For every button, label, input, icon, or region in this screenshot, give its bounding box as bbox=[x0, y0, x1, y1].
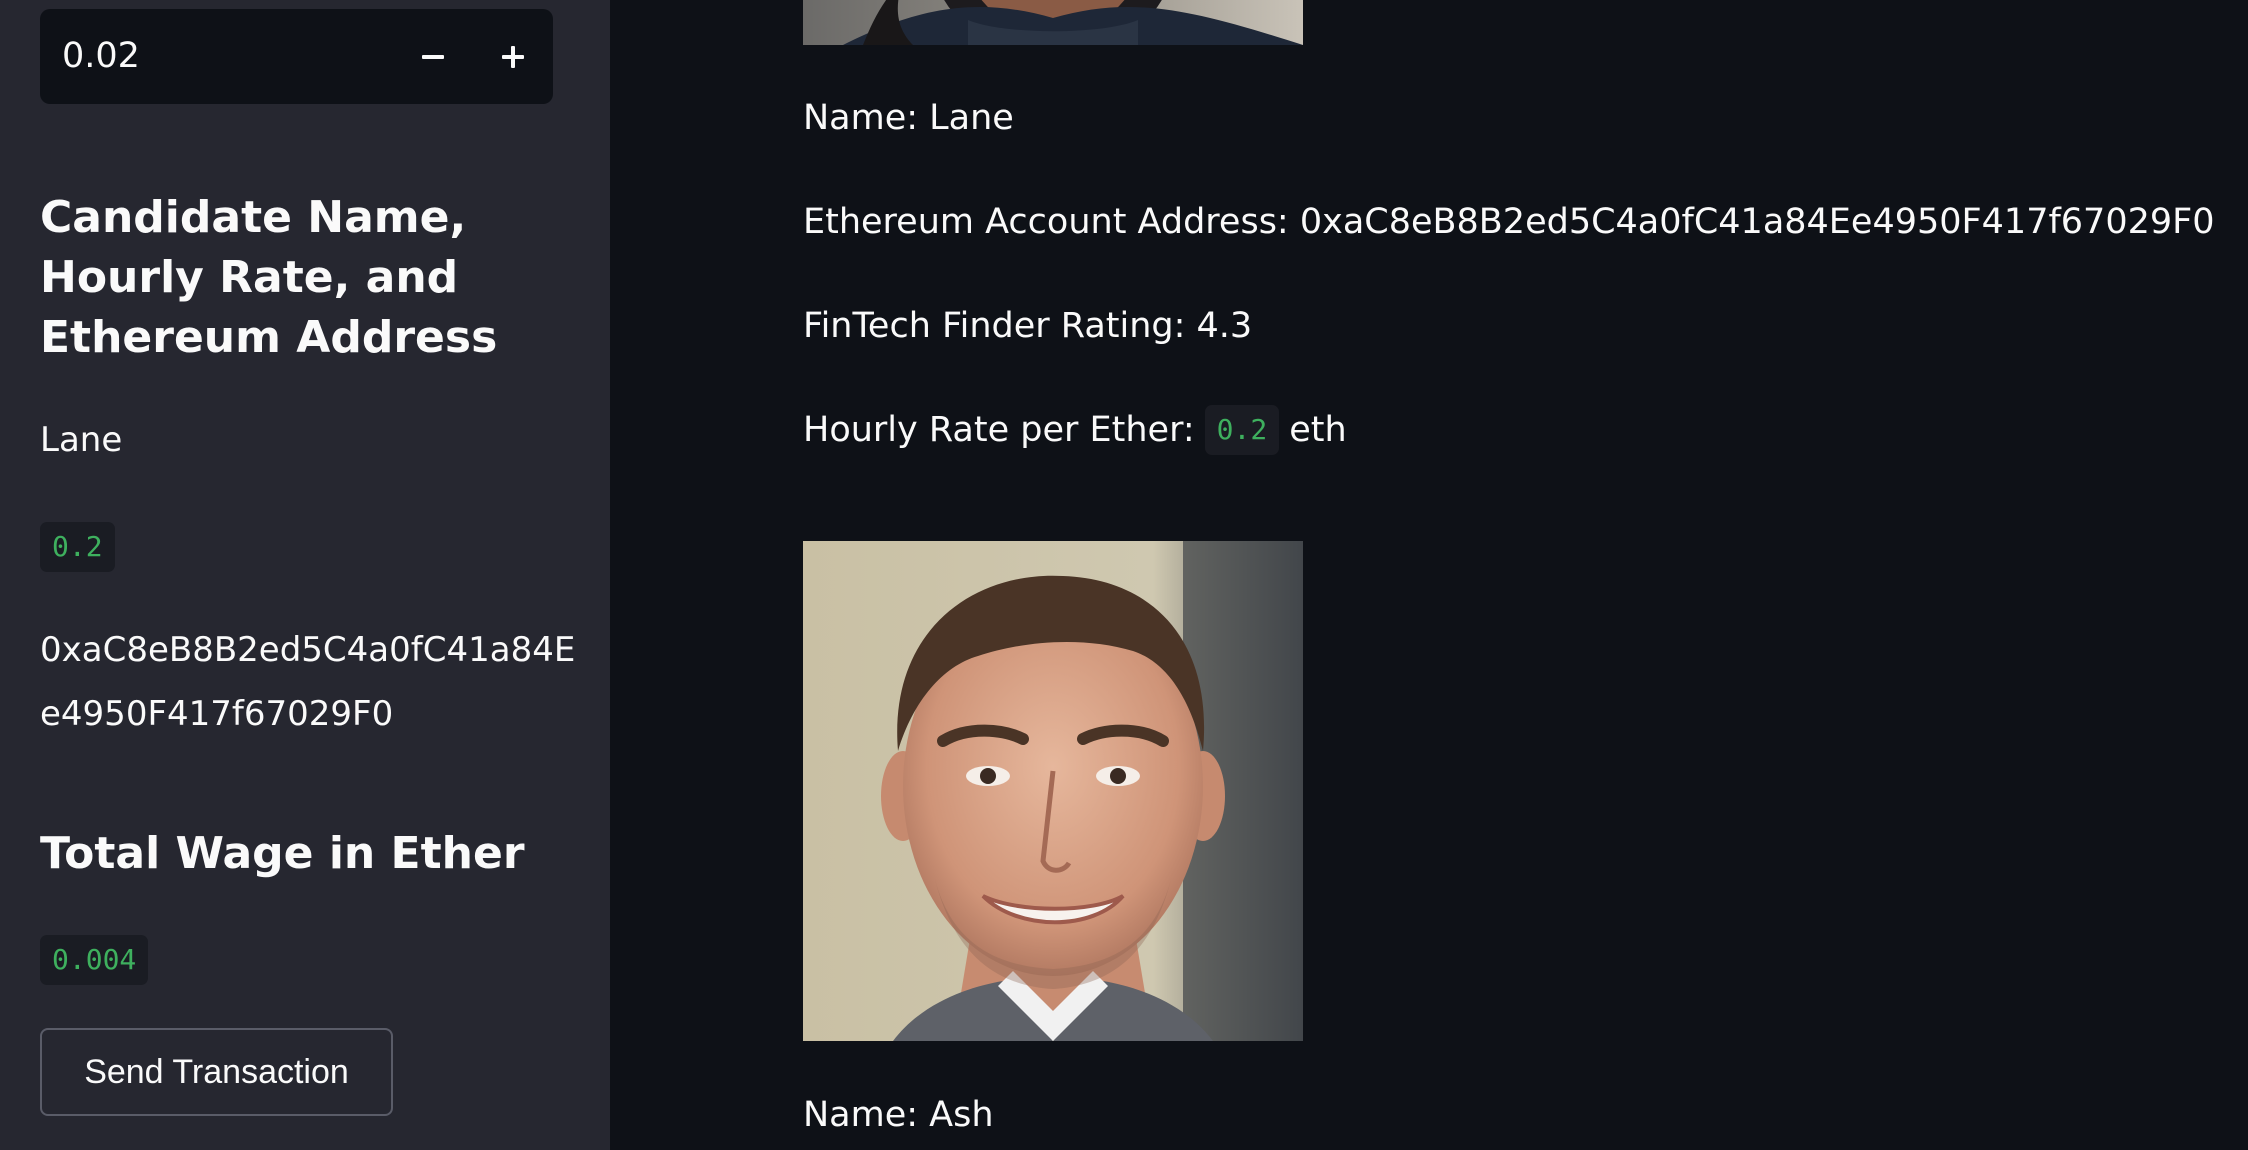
sidebar: Candidate Name, Hourly Rate, and Ethereu… bbox=[0, 0, 610, 1150]
candidate-info-heading: Candidate Name, Hourly Rate, and Ethereu… bbox=[40, 192, 498, 363]
candidate-rate-line: Hourly Rate per Ether: 0.2 eth bbox=[803, 405, 1347, 455]
candidate-name-line: Name: Lane bbox=[803, 98, 1014, 138]
minus-icon bbox=[422, 54, 444, 59]
total-wage-heading: Total Wage in Ether bbox=[40, 828, 525, 879]
hours-input-field[interactable] bbox=[62, 9, 382, 104]
rate-prefix: Hourly Rate per Ether: bbox=[803, 410, 1195, 450]
increment-button[interactable] bbox=[473, 9, 553, 104]
candidate-rating-line: FinTech Finder Rating: 4.3 bbox=[803, 306, 1253, 346]
hourly-rate-value: 0.2 bbox=[40, 522, 115, 572]
rate-suffix: eth bbox=[1289, 410, 1347, 450]
candidate-name: Lane bbox=[40, 420, 123, 460]
candidate-photo-lane bbox=[803, 0, 1303, 45]
plus-icon bbox=[502, 45, 524, 68]
main-content: Name: Lane Ethereum Account Address: 0xa… bbox=[610, 0, 2248, 1150]
candidate-photo-ash bbox=[803, 541, 1303, 1041]
ethereum-address: 0xaC8eB8B2ed5C4a0fC41a84Ee4950F417f67029… bbox=[40, 630, 576, 734]
app: Candidate Name, Hourly Rate, and Ethereu… bbox=[0, 0, 2248, 1150]
rate-value: 0.2 bbox=[1204, 405, 1280, 455]
decrement-button[interactable] bbox=[393, 9, 473, 104]
candidate-address-line: Ethereum Account Address: 0xaC8eB8B2ed5C… bbox=[803, 202, 2215, 242]
send-transaction-button[interactable]: Send Transaction bbox=[40, 1028, 393, 1116]
total-wage-value: 0.004 bbox=[40, 935, 149, 985]
hours-number-input bbox=[40, 9, 553, 104]
candidate-name-line-ash: Name: Ash bbox=[803, 1095, 994, 1135]
